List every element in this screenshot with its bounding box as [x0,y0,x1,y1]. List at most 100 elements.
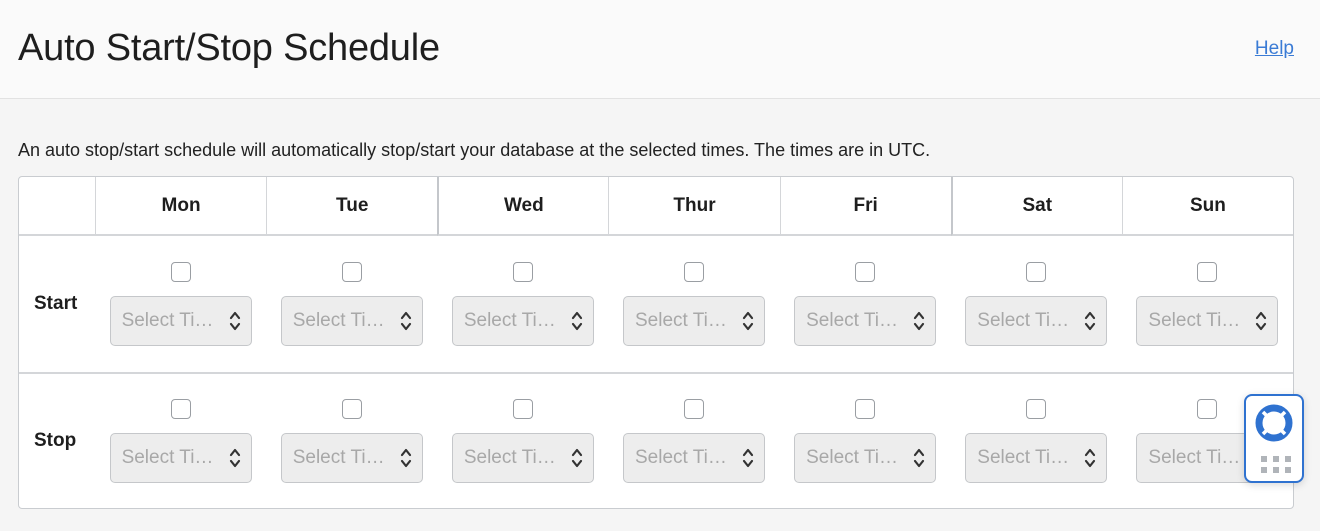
cell-content: Select Ti… [437,399,608,483]
cell-content: Select Ti… [95,262,266,346]
schedule-cell: Select Ti… [608,374,779,508]
chevron-updown-icon [913,447,925,469]
day-header: Wed [437,177,609,236]
select-placeholder: Select Ti… [292,447,385,468]
select-placeholder: Select Ti… [977,447,1070,468]
schedule-cell: Select Ti… [437,374,608,508]
select-placeholder: Select Ti… [292,310,385,331]
start-row: Start Select Ti… Select Ti… Select Ti… Sele… [19,236,1293,374]
day-header: Mon [95,177,267,236]
start-fri-time-select[interactable]: Select Ti… [794,296,937,346]
row-label-start: Start [19,236,95,374]
cell-content: Select Ti… [951,262,1122,346]
start-mon-time-select[interactable]: Select Ti… [109,296,252,346]
select-placeholder: Select Ti… [634,447,727,468]
schedule-cell: Select Ti… [266,374,437,508]
cell-content: Select Ti… [780,262,951,346]
start-thur-checkbox[interactable] [683,262,704,282]
start-mon-checkbox[interactable] [170,262,191,282]
schedule-cell: Select Ti… [951,374,1122,508]
stop-sat-checkbox[interactable] [1026,399,1047,419]
schedule-cell: Select Ti… [437,236,609,374]
start-sun-time-select[interactable]: Select Ti… [1136,296,1279,346]
corner-header [19,177,95,236]
chevron-updown-icon [400,447,412,469]
chevron-updown-icon [742,310,754,332]
page-header: Auto Start/Stop Schedule Help [0,0,1320,99]
start-sun-checkbox[interactable] [1197,262,1218,282]
select-placeholder: Select Ti… [1148,310,1241,331]
chevron-updown-icon [1255,310,1267,332]
schedule-cell: Select Ti… [95,374,266,508]
schedule-cell: Select Ti… [1121,236,1293,374]
stop-thur-time-select[interactable]: Select Ti… [622,433,765,483]
select-placeholder: Select Ti… [463,310,556,331]
chevron-updown-icon [229,447,241,469]
start-thur-time-select[interactable]: Select Ti… [622,296,765,346]
cell-content: Select Ti… [608,399,779,483]
start-wed-time-select[interactable]: Select Ti… [451,296,594,346]
row-label-stop: Stop [34,430,77,451]
chevron-updown-icon [913,310,925,332]
chevron-updown-icon [400,310,412,332]
schedule-cell: Select Ti… [608,236,780,374]
stop-mon-checkbox[interactable] [170,399,191,419]
stop-wed-time-select[interactable]: Select Ti… [451,433,594,483]
cell-content: Select Ti… [95,399,266,483]
select-placeholder: Select Ti… [634,310,727,331]
start-sat-time-select[interactable]: Select Ti… [965,296,1108,346]
stop-fri-time-select[interactable]: Select Ti… [794,433,937,483]
day-header: Tue [266,177,438,236]
select-placeholder: Select Ti… [1148,447,1241,468]
schedule-cell: Select Ti… [950,236,1122,374]
day-header: Sat [950,177,1122,236]
cell-content: Select Ti… [266,399,437,483]
stop-fri-checkbox[interactable] [855,399,876,419]
cell-content: Select Ti… [780,399,951,483]
start-tue-checkbox[interactable] [341,262,362,282]
header-row: Mon Tue Wed Thur Fri Sat Sun [19,177,1293,236]
select-placeholder: Select Ti… [806,447,898,468]
stop-tue-time-select[interactable]: Select Ti… [280,433,423,483]
chevron-updown-icon [1084,447,1096,469]
page-title: Auto Start/Stop Schedule [18,27,440,69]
day-header: Thur [608,177,780,236]
select-placeholder: Select Ti… [463,447,556,468]
select-placeholder: Select Ti… [977,310,1070,331]
schedule-cell: Select Ti… [779,236,951,374]
start-sat-checkbox[interactable] [1026,262,1047,282]
day-header: Fri [779,177,951,236]
schedule-description: An auto stop/start schedule will automat… [18,140,931,160]
select-placeholder: Select Ti… [806,310,898,331]
schedule-table: Mon Tue Wed Thur Fri Sat Sun Start Selec… [18,176,1294,509]
stop-mon-time-select[interactable]: Select Ti… [109,433,252,483]
day-header: Sun [1121,177,1293,236]
grid-dots-icon [1261,456,1291,473]
stop-thur-checkbox[interactable] [683,399,704,419]
chevron-updown-icon [1084,310,1096,332]
cell-content: Select Ti… [266,262,437,346]
cell-content: Select Ti… [608,262,779,346]
stop-tue-checkbox[interactable] [341,399,362,419]
cell-content: Select Ti… [951,399,1122,483]
stop-row: Stop Select Ti… Select Ti… Select Ti… Selec… [19,374,1293,508]
start-wed-checkbox[interactable] [512,262,533,282]
chevron-updown-icon [571,447,583,469]
chevron-updown-icon [571,310,583,332]
stop-sun-checkbox[interactable] [1197,399,1218,419]
start-fri-checkbox[interactable] [855,262,876,282]
schedule-cell: Select Ti… [780,374,951,508]
cell-content: Select Ti… [437,262,608,346]
help-link[interactable]: Help [1255,38,1294,60]
start-tue-time-select[interactable]: Select Ti… [280,296,423,346]
chevron-updown-icon [742,447,754,469]
lifebuoy-icon [1255,404,1293,442]
stop-wed-checkbox[interactable] [512,399,533,419]
cell-content: Select Ti… [1122,262,1293,346]
schedule-cell: Select Ti… [266,236,438,374]
select-placeholder: Select Ti… [121,447,214,468]
help-widget-button[interactable] [1244,394,1304,483]
chevron-updown-icon [229,310,241,332]
select-placeholder: Select Ti… [121,310,214,331]
stop-sat-time-select[interactable]: Select Ti… [965,433,1108,483]
